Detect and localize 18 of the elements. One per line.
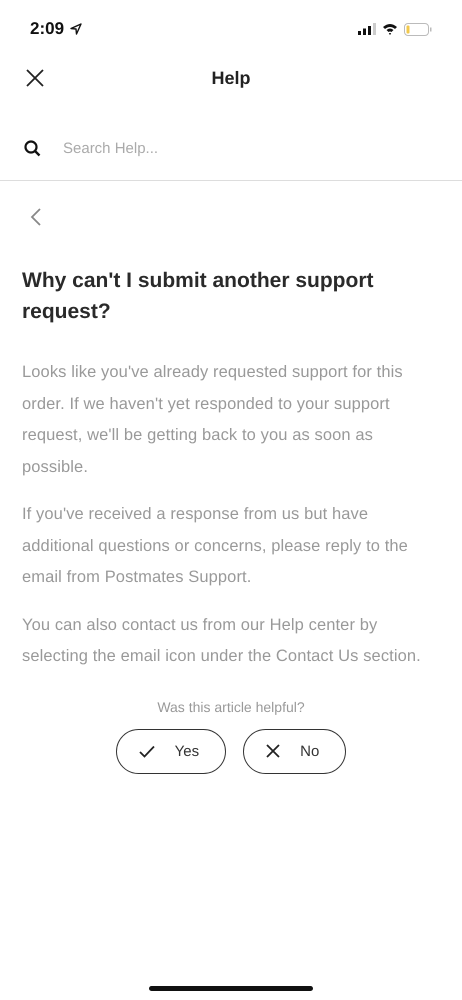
status-time: 2:09 — [30, 19, 64, 39]
feedback-button[interactable]: Yes — [116, 728, 226, 774]
article-paragraph: If you've received a response from us but have additional questions or concerns, please reply to the email from Postmates Support. — [22, 504, 409, 588]
article-paragraph: You can also contact us from our Help center by selecting the email icon under the Contact Us section. — [22, 614, 422, 667]
x-icon — [266, 744, 280, 758]
search-field[interactable]: Search Help... — [61, 138, 438, 158]
wifi-icon — [382, 23, 398, 35]
feedback-question: Was this article helpful? — [157, 698, 305, 714]
battery-icon — [404, 22, 432, 36]
article-title: Why can't I submit another support request? — [22, 268, 375, 325]
search-icon — [24, 140, 41, 156]
feedback-button[interactable]: No — [243, 728, 346, 774]
check-icon — [138, 744, 155, 758]
location-arrow-icon — [70, 23, 82, 35]
page-title: Help — [211, 68, 250, 88]
close-button[interactable] — [24, 67, 46, 89]
article-paragraph: Looks like you've already requested support for this order. If we haven't yet responded to your support request, we'll be getting back to you as soon as possible. — [22, 362, 404, 478]
signal-icon — [358, 23, 376, 35]
